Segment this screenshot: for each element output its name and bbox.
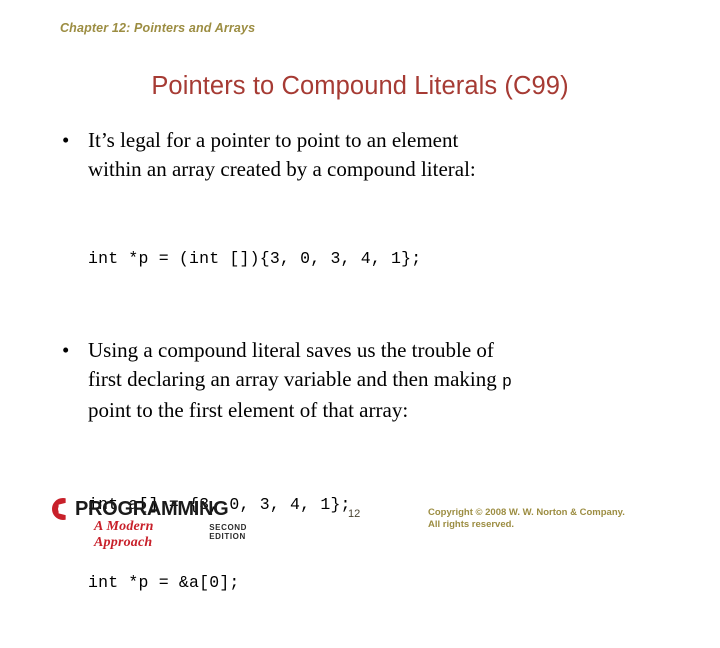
bullet-1-line-2: within an array created by a compound li…	[88, 157, 476, 181]
copyright-line-1: Copyright © 2008 W. W. Norton & Company.	[428, 507, 625, 518]
page-title: Pointers to Compound Literals (C99)	[151, 72, 569, 100]
bullet-2-line-2: first declaring an array variable and th…	[88, 365, 654, 396]
bullet-2-line-2-text: first declaring an array variable and th…	[88, 367, 502, 391]
inline-code-p: p	[502, 372, 513, 391]
page-number: 12	[348, 508, 361, 520]
letter-c-icon	[52, 498, 74, 520]
copyright-notice: Copyright © 2008 W. W. Norton & Company.…	[428, 507, 625, 530]
logo-secondary-row: A Modern Approach SECOND EDITION	[94, 519, 277, 551]
copyright-line-2: All rights reserved.	[428, 518, 515, 530]
bullet-2-line-1: Using a compound literal saves us the tr…	[88, 338, 494, 362]
code-2-line-2: int *p = &a[0];	[88, 573, 240, 592]
bullet-2-line-3: point to the first element of that array…	[88, 398, 409, 422]
logo-edition: SECOND EDITION	[209, 523, 248, 541]
bullet-marker-icon: •	[62, 128, 70, 152]
chapter-header: Chapter 12: Pointers and Arrays	[60, 21, 256, 35]
bullet-marker-icon: •	[62, 338, 70, 362]
code-1-line-1: int *p = (int []){3, 0, 3, 4, 1};	[88, 249, 422, 268]
bullet-item-2: • Using a compound literal saves us the …	[54, 336, 654, 425]
slide: Chapter 12: Pointers and Arrays Pointers…	[0, 0, 720, 592]
book-logo: PROGRAMMING A Modern Approach SECOND EDI…	[52, 498, 277, 550]
bullet-item-1: • It’s legal for a pointer to point to a…	[54, 126, 654, 184]
code-block-1: int *p = (int []){3, 0, 3, 4, 1};	[54, 194, 654, 324]
bullet-1-line-1: It’s legal for a pointer to point to an …	[88, 128, 459, 152]
logo-primary-row: PROGRAMMING	[52, 498, 229, 520]
slide-footer: PROGRAMMING A Modern Approach SECOND EDI…	[0, 490, 720, 550]
slide-content: • It’s legal for a pointer to point to a…	[54, 126, 654, 648]
logo-tagline: A Modern Approach	[94, 519, 154, 550]
logo-word: PROGRAMMING	[75, 498, 229, 520]
